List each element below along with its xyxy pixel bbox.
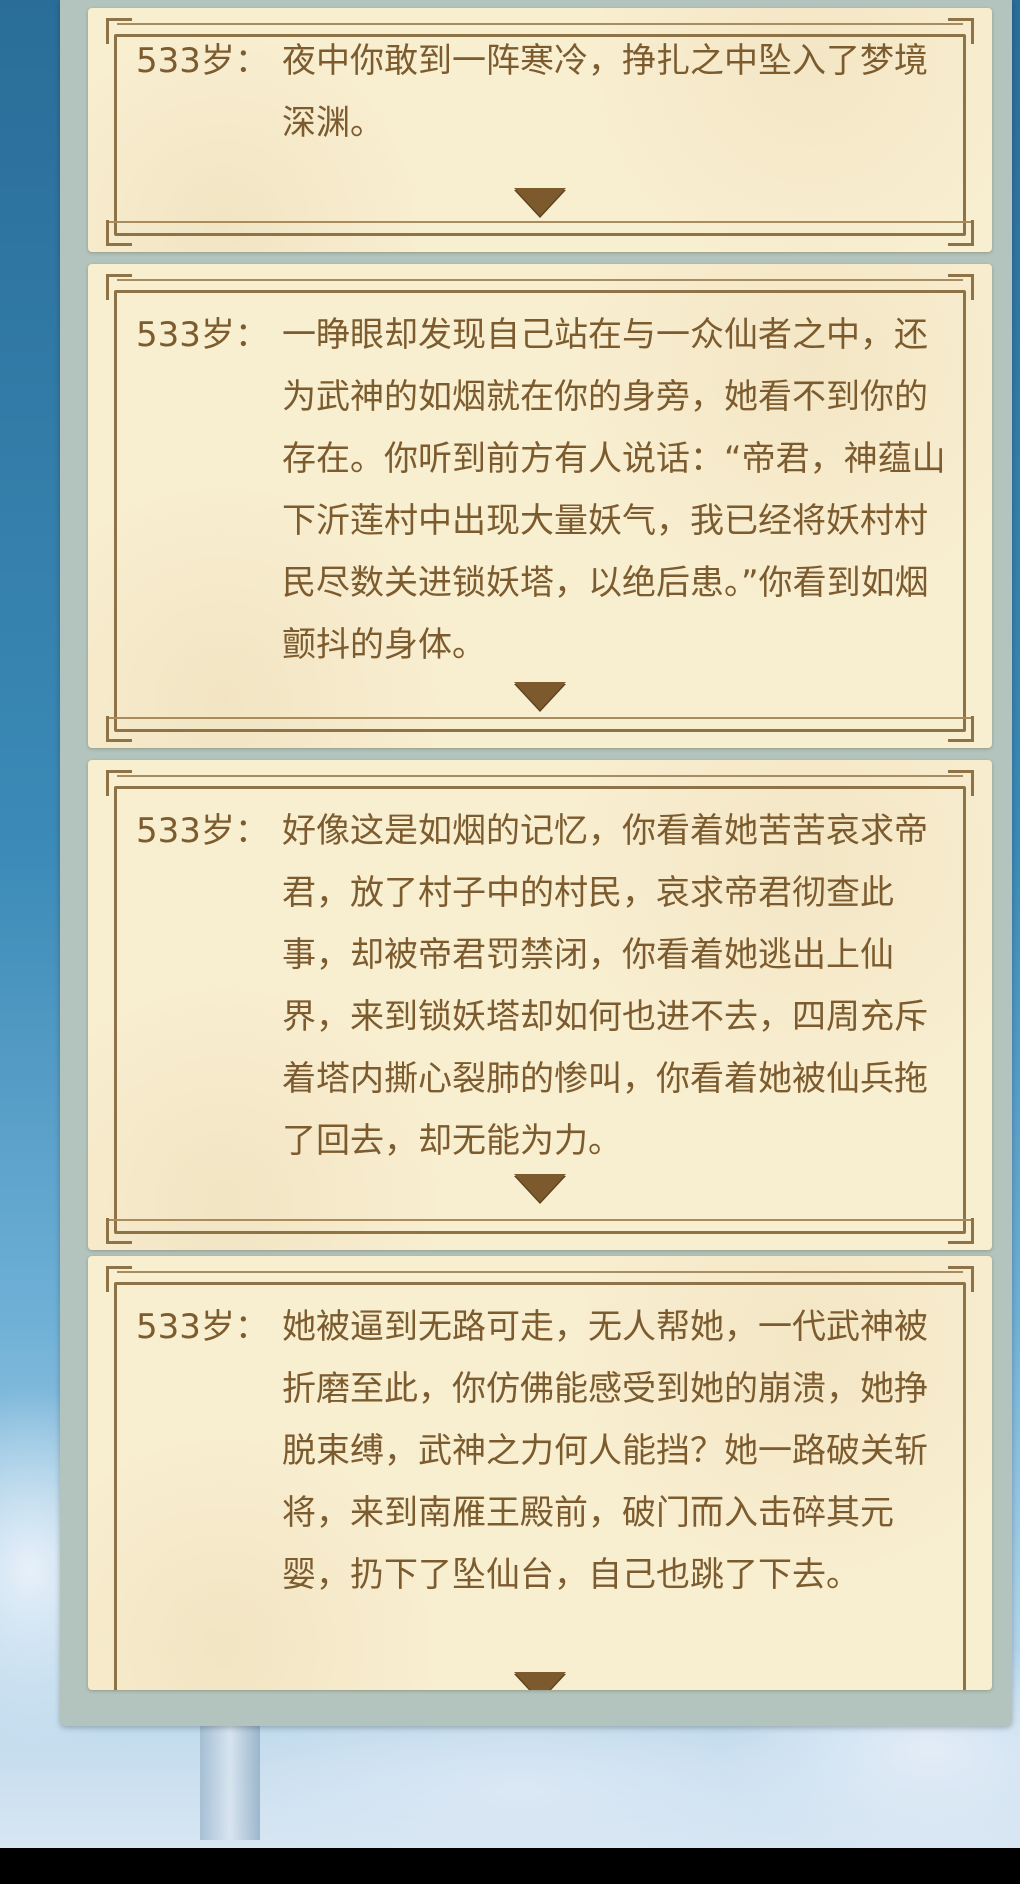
event-text: 她被逼到无路可走，无人帮她，一代武神被折磨至此，你仿佛能感受到她的崩溃，她挣脱束… [282,1307,928,1595]
event-card[interactable]: 533岁： 好像这是如烟的记忆，你看着她苦苦哀求帝君，放了村子中的村民，哀求帝君… [88,760,992,1250]
frame-corner-ornament [948,1218,974,1244]
event-age: 533岁： [136,811,269,851]
frame-corner-ornament [106,1218,132,1244]
event-text: 夜中你敢到一阵寒冷，挣扎之中坠入了梦境深渊。 [282,41,928,143]
event-entry: 533岁： 一睁眼却发现自己站在与一众仙者之中，还为武神的如烟就在你的身旁，她看… [136,304,952,676]
frame-corner-ornament [106,1266,132,1292]
event-entry: 533岁： 夜中你敢到一阵寒冷，挣扎之中坠入了梦境深渊。 [136,30,952,154]
frame-corner-ornament [948,220,974,246]
frame-corner-ornament [106,770,132,796]
triangle-down-icon[interactable] [514,682,566,710]
frame-corner-ornament [106,18,132,44]
frame-corner-ornament [106,716,132,742]
event-entry: 533岁： 好像这是如烟的记忆，你看着她苦苦哀求帝君，放了村子中的村民，哀求帝君… [136,800,952,1172]
event-text: 一睁眼却发现自己站在与一众仙者之中，还为武神的如烟就在你的身旁，她看不到你的存在… [282,315,946,665]
event-card[interactable]: 533岁： 夜中你敢到一阵寒冷，挣扎之中坠入了梦境深渊。 [88,8,992,252]
event-text: 好像这是如烟的记忆，你看着她苦苦哀求帝君，放了村子中的村民，哀求帝君彻查此事，却… [282,811,928,1161]
frame-corner-ornament [106,220,132,246]
triangle-down-icon[interactable] [514,1174,566,1202]
event-age: 533岁： [136,315,269,355]
frame-corner-ornament [948,274,974,300]
frame-corner-ornament [106,274,132,300]
event-age: 533岁： [136,41,269,81]
triangle-down-icon[interactable] [514,1672,566,1690]
frame-corner-ornament [948,770,974,796]
event-entry: 533岁： 她被逼到无路可走，无人帮她，一代武神被折磨至此，你仿佛能感受到她的崩… [136,1296,952,1606]
triangle-down-icon[interactable] [514,188,566,216]
system-navigation-bar [0,1848,1020,1884]
event-age: 533岁： [136,1307,269,1347]
frame-corner-ornament [948,1266,974,1292]
event-card[interactable]: 533岁： 她被逼到无路可走，无人帮她，一代武神被折磨至此，你仿佛能感受到她的崩… [88,1256,992,1690]
event-card[interactable]: 533岁： 一睁眼却发现自己站在与一众仙者之中，还为武神的如烟就在你的身旁，她看… [88,264,992,748]
frame-corner-ornament [948,716,974,742]
